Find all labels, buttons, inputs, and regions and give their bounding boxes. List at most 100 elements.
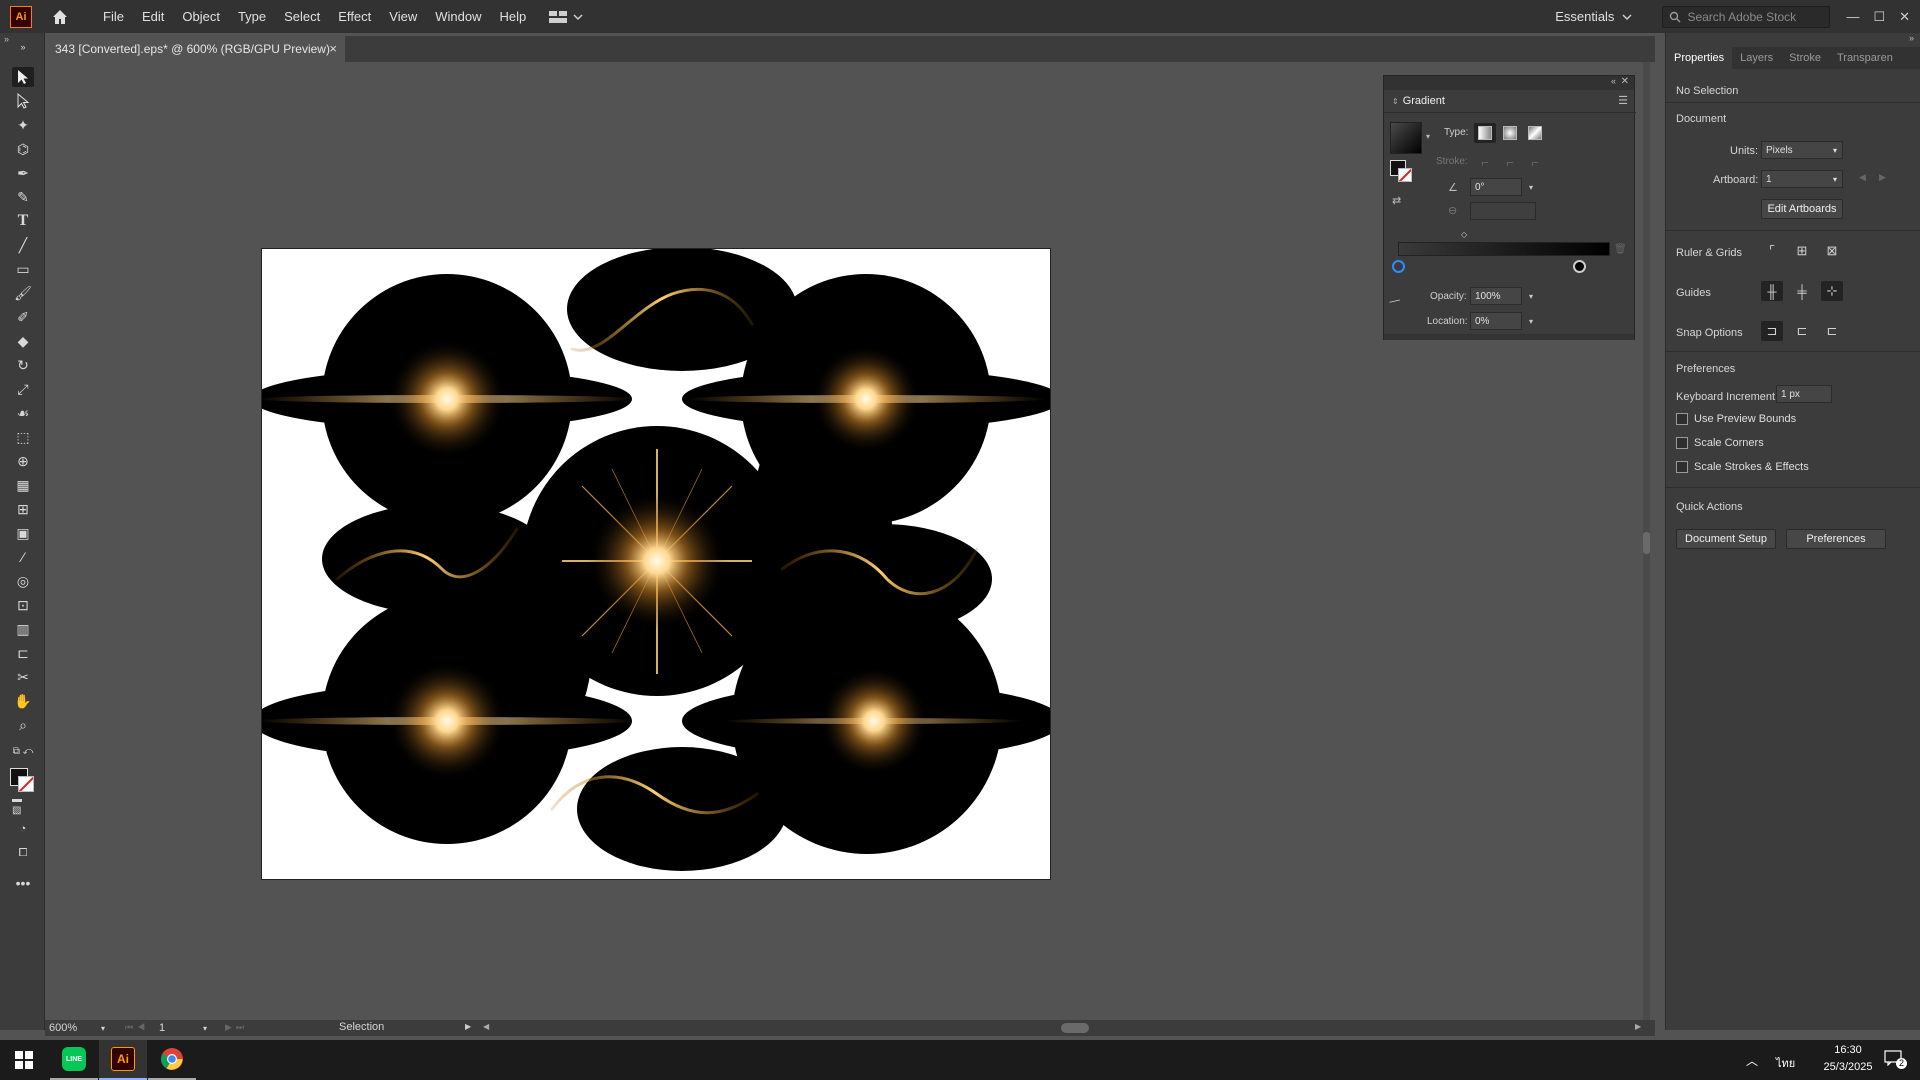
collapse-panel-icon[interactable]: »	[1909, 33, 1914, 43]
illustrator-taskbar-icon[interactable]: Ai	[99, 1040, 147, 1080]
tab-transparency[interactable]: Transparen	[1829, 52, 1901, 64]
midpoint-diamond-icon[interactable]: ◇	[1461, 230, 1467, 239]
grid-icon[interactable]: ⊞	[1791, 241, 1813, 261]
gradient-stop-start[interactable]	[1392, 260, 1405, 273]
next-artboard-icon[interactable]: ▶	[1879, 172, 1886, 183]
collapse-left-icon[interactable]: »	[4, 34, 9, 44]
vertical-scroll-thumb[interactable]	[1643, 532, 1650, 554]
rectangle-tool-icon[interactable]: ▭	[12, 259, 34, 279]
shape-builder-tool-icon[interactable]: ⊕	[12, 451, 34, 471]
angle-field[interactable]: 0°	[1470, 178, 1522, 196]
windows-start-icon[interactable]	[0, 1040, 48, 1080]
linear-gradient-icon[interactable]	[1474, 123, 1496, 143]
magic-wand-tool-icon[interactable]: ✦	[12, 115, 34, 135]
document-tab[interactable]: 343 [Converted].eps* @ 600% (RGB/GPU Pre…	[45, 36, 345, 62]
reverse-gradient-icon[interactable]: ⇄	[1392, 194, 1401, 207]
stroke-across-icon[interactable]: ⌐	[1524, 152, 1546, 172]
artboard-nav-forward-icons[interactable]: ▶⏭	[225, 1022, 248, 1033]
eyedropper-icon[interactable]: ⁄	[1389, 295, 1401, 307]
notification-center-icon[interactable]: 2	[1884, 1050, 1907, 1070]
home-icon[interactable]	[50, 7, 70, 27]
more-tools-icon[interactable]: •••	[12, 873, 34, 893]
stroke-swatch[interactable]	[18, 776, 34, 792]
snap-to-pixel-icon[interactable]: ⊏	[1791, 321, 1813, 341]
close-icon[interactable]: ✕	[1899, 9, 1910, 25]
direct-selection-tool-icon[interactable]	[12, 91, 34, 111]
draw-mode-icon[interactable]: ◔	[12, 819, 34, 839]
lasso-tool-icon[interactable]: ⌬	[12, 139, 34, 159]
line-tool-icon[interactable]: ╱	[12, 235, 34, 255]
status-menu-arrow-icon[interactable]: ▶	[465, 1022, 471, 1031]
gradient-tool-icon[interactable]: ▣	[12, 523, 34, 543]
menu-edit[interactable]: Edit	[133, 9, 173, 24]
gradient-preview-swatch[interactable]	[1390, 122, 1422, 154]
chevron-up-icon[interactable]: ︿	[1746, 1052, 1758, 1069]
close-tab-icon[interactable]: ×	[329, 41, 337, 56]
arrange-documents-switcher[interactable]	[549, 10, 583, 24]
zoom-tool-icon[interactable]: ⌕	[12, 715, 34, 735]
previous-artboard-icon[interactable]: ◀	[1859, 172, 1866, 183]
chevron-down-icon[interactable]: ▾	[1426, 132, 1430, 141]
delete-stop-icon[interactable]: 🗑	[1614, 244, 1627, 255]
maximize-icon[interactable]: ☐	[1873, 9, 1885, 25]
chevron-down-icon[interactable]: ▾	[1524, 178, 1538, 196]
gradient-stop-end[interactable]	[1573, 260, 1586, 273]
clock-time[interactable]: 16:30	[1820, 1044, 1876, 1056]
chrome-icon[interactable]	[148, 1040, 196, 1080]
scale-strokes-checkbox[interactable]: Scale Strokes & Effects	[1676, 461, 1809, 473]
chevron-down-icon[interactable]: ▾	[1524, 287, 1538, 305]
scroll-left-icon[interactable]: ◀	[483, 1022, 489, 1031]
location-field[interactable]: 0%	[1470, 312, 1522, 330]
smart-guides-icon[interactable]: ⊹	[1821, 281, 1843, 301]
menu-type[interactable]: Type	[229, 9, 275, 24]
rotate-tool-icon[interactable]: ↻	[12, 355, 34, 375]
menu-help[interactable]: Help	[490, 9, 535, 24]
horizontal-scroll-thumb[interactable]	[1061, 1023, 1089, 1033]
artboard-nav-back-icons[interactable]: ⏮◀	[125, 1022, 149, 1033]
language-indicator[interactable]: ไทย	[1776, 1054, 1795, 1072]
minimize-icon[interactable]: —	[1846, 9, 1859, 25]
artboard-number-select[interactable]: 1 ▾	[159, 1021, 209, 1035]
radial-gradient-icon[interactable]	[1499, 123, 1521, 143]
symbol-sprayer-tool-icon[interactable]: ⊡	[12, 595, 34, 615]
pen-tool-icon[interactable]: ✒	[12, 163, 34, 183]
free-transform-tool-icon[interactable]: ⬚	[12, 427, 34, 447]
panel-resize-handle[interactable]	[1384, 334, 1634, 340]
aspect-ratio-field[interactable]	[1470, 202, 1536, 220]
menu-effect[interactable]: Effect	[329, 9, 380, 24]
keyboard-increment-field[interactable]: 1 px	[1776, 385, 1832, 403]
use-preview-bounds-checkbox[interactable]: Use Preview Bounds	[1676, 413, 1796, 425]
clock-date[interactable]: 25/3/2025	[1815, 1061, 1881, 1073]
mesh-tool-icon[interactable]: ⊞	[12, 499, 34, 519]
units-select[interactable]: Pixels ▾	[1761, 141, 1843, 159]
column-graph-tool-icon[interactable]: ▥	[12, 619, 34, 639]
slice-tool-icon[interactable]: ✂	[12, 667, 34, 687]
tab-stroke[interactable]: Stroke	[1781, 52, 1829, 64]
freeform-gradient-icon[interactable]	[1524, 123, 1546, 143]
eyedropper-tool-icon[interactable]: ⁄	[12, 547, 34, 567]
scale-tool-icon[interactable]: ⤢	[12, 379, 34, 399]
fill-stroke-mini-swatch[interactable]	[1390, 160, 1416, 186]
warp-tool-icon[interactable]: ☙	[12, 403, 34, 423]
blend-tool-icon[interactable]: ◎	[12, 571, 34, 591]
stroke-within-icon[interactable]: ⌐	[1474, 152, 1496, 172]
zoom-select[interactable]: 600% ▾	[49, 1021, 107, 1035]
menu-select[interactable]: Select	[275, 9, 329, 24]
stroke-along-icon[interactable]: ⌐	[1499, 152, 1521, 172]
document-setup-button[interactable]: Document Setup	[1676, 529, 1776, 549]
snap-to-grid-icon[interactable]: ⊏	[1821, 321, 1843, 341]
opacity-field[interactable]: 100%	[1470, 287, 1522, 305]
curvature-tool-icon[interactable]: ✎	[12, 187, 34, 207]
workspace-switcher[interactable]: Essentials	[1555, 9, 1632, 24]
transparency-grid-icon[interactable]: ⊠	[1821, 241, 1843, 261]
menu-file[interactable]: File	[94, 9, 133, 24]
panel-menu-icon[interactable]: ☰	[1618, 94, 1628, 107]
line-app-icon[interactable]: LINE	[50, 1040, 98, 1080]
collapse-toolbar-icon[interactable]: »	[12, 37, 34, 57]
menu-window[interactable]: Window	[426, 9, 490, 24]
artboard-tool-icon[interactable]: ⊏	[12, 643, 34, 663]
lock-guides-icon[interactable]: ╪	[1791, 281, 1813, 301]
shaper-tool-icon[interactable]: ✐	[12, 307, 34, 327]
fill-stroke-swatch[interactable]	[10, 768, 36, 794]
artboard[interactable]	[261, 248, 1051, 880]
